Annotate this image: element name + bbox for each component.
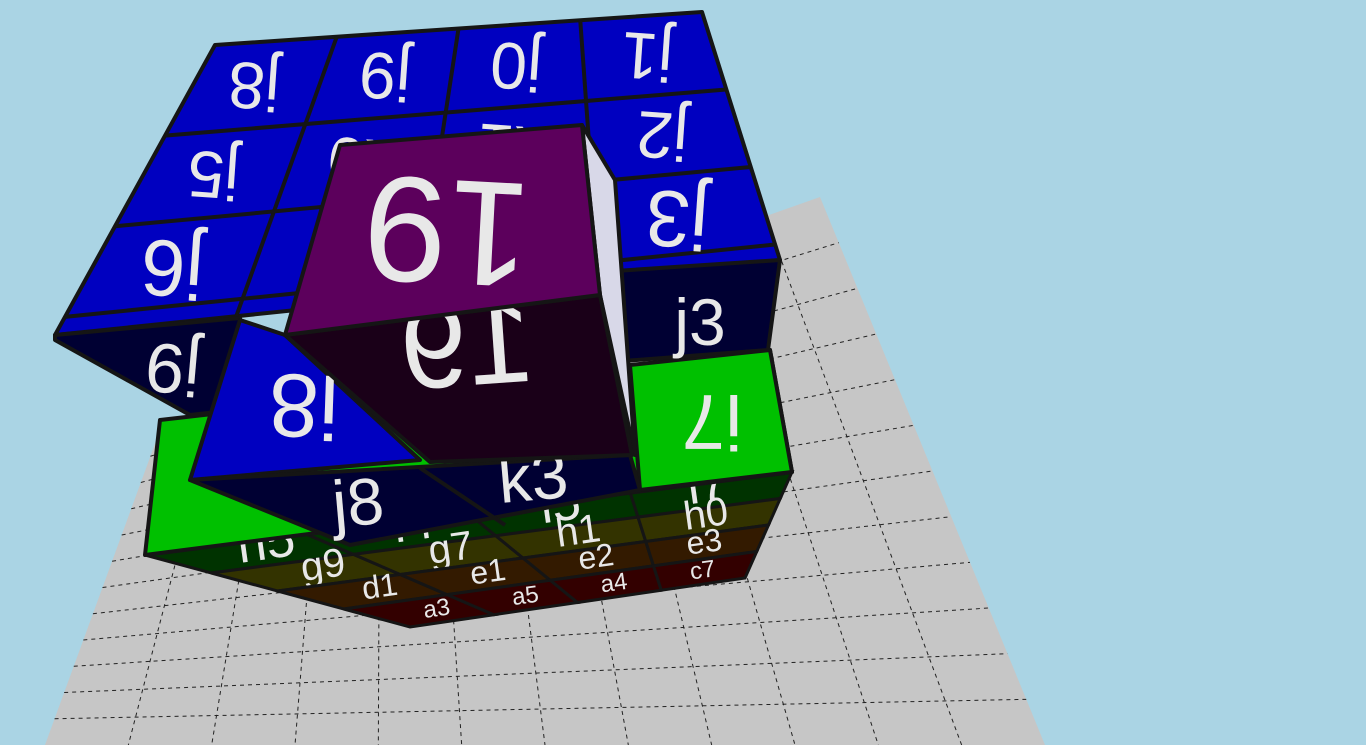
underside-label: a4 — [599, 568, 629, 598]
underside-label: d1 — [360, 566, 400, 607]
underside-label: a5 — [510, 581, 540, 611]
top-face-label: j9 — [357, 38, 415, 116]
label-right-navy: j3 — [672, 285, 725, 359]
label-green-right: i7 — [682, 378, 743, 466]
underside-label: e1 — [468, 551, 508, 592]
puzzle-scene[interactable]: h5i4i5i7g9g7h1h0d1e1e2e3a3a5a4c7 i7 j9 j… — [0, 0, 1366, 745]
top-face-label: j1 — [619, 18, 677, 96]
label-navy-row-0: j8 — [327, 463, 387, 541]
label-moving-top: 19 — [360, 144, 535, 321]
underside-label: c7 — [688, 555, 717, 585]
label-left-navy: j9 — [142, 328, 205, 411]
top-face-label: j6 — [138, 222, 208, 315]
underside-label: a3 — [422, 593, 452, 623]
top-face-label: j2 — [634, 97, 692, 175]
top-face-label: j3 — [643, 173, 713, 266]
top-face-label: j0 — [488, 28, 546, 106]
top-face-label: j8 — [226, 48, 284, 126]
top-face-label: j5 — [185, 137, 243, 215]
